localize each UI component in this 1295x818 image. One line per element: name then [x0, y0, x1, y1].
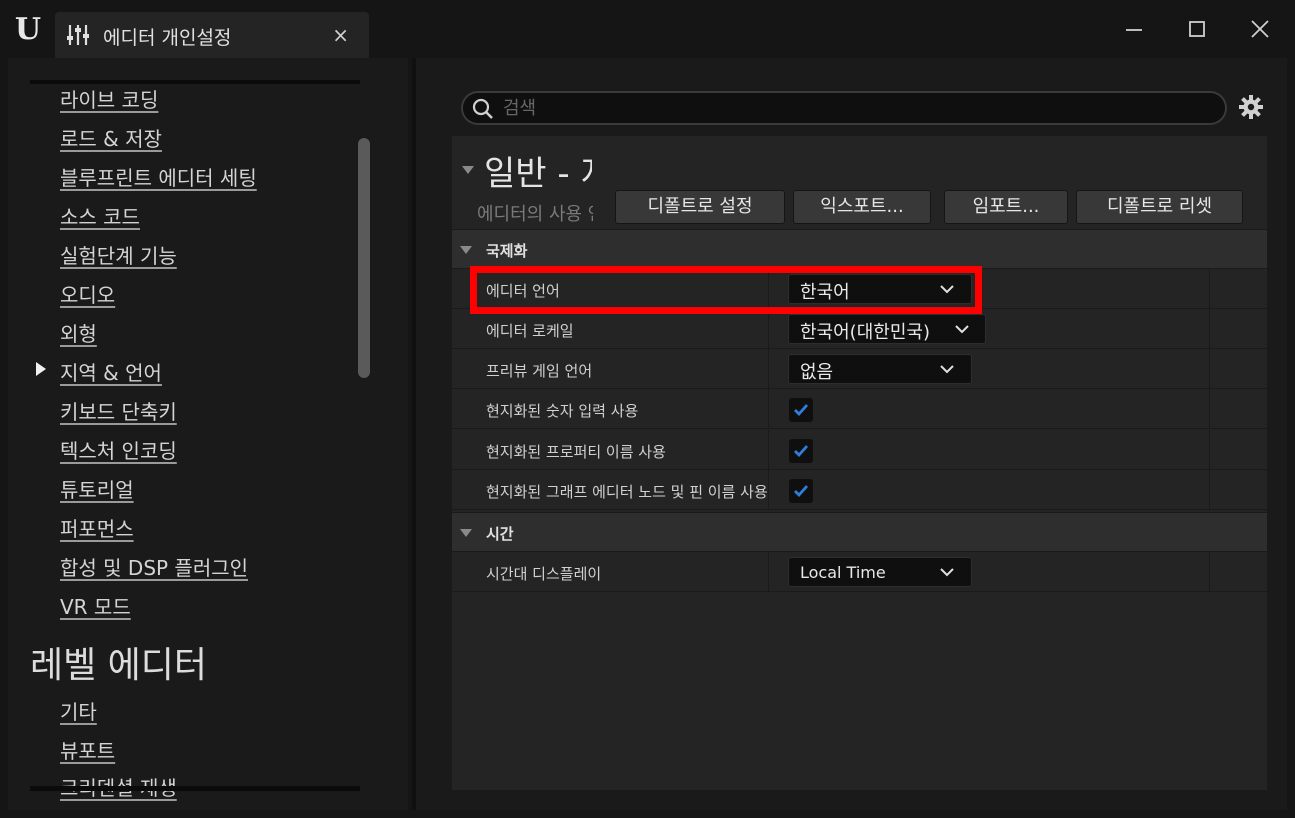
sidebar-item-blueprint-editor[interactable]: 블루프린트 에디터 세팅 — [60, 162, 257, 191]
sidebar-bottom-shadow — [30, 786, 360, 791]
tab-close-icon[interactable]: × — [332, 23, 349, 47]
tab-editor-preferences[interactable]: 에디터 개인설정 × — [55, 12, 369, 58]
column-separator — [1209, 309, 1210, 349]
dropdown-value: 한국어(대한민국) — [800, 322, 930, 343]
sidebar-section-title: 레벨 에디터 — [30, 645, 208, 686]
close-icon[interactable] — [1245, 14, 1275, 44]
sidebar-item-keyboard-shortcuts[interactable]: 키보드 단축키 — [60, 396, 177, 425]
sidebar-item-synthesis-dsp[interactable]: 합성 및 DSP 플러그인 — [60, 552, 248, 581]
section-header-internationalization[interactable]: 국제화 — [452, 229, 1267, 269]
sidebar-item-tutorials[interactable]: 튜토리얼 — [60, 474, 134, 503]
sidebar-item-live-coding[interactable]: 라이브 코딩 — [60, 84, 158, 113]
section-header-time[interactable]: 시간 — [452, 512, 1267, 552]
column-separator — [768, 389, 769, 429]
chevron-down-icon — [940, 365, 954, 374]
title-bar: U 에디터 개인설정 × — [0, 0, 1295, 58]
selected-arrow-icon — [36, 362, 46, 376]
gear-icon[interactable] — [1238, 94, 1264, 120]
localized-numeric-checkbox[interactable] — [789, 398, 813, 422]
row-label: 프리뷰 게임 언어 — [486, 362, 593, 380]
column-separator — [1209, 389, 1210, 429]
column-separator — [1209, 430, 1210, 470]
column-separator — [768, 349, 769, 389]
settings-content: 일반 - 지역 & 언어 에디터의 사용 언어 디폴트로 설정 익스포트... … — [452, 136, 1267, 790]
sidebar-item-misc[interactable]: 기타 — [60, 696, 97, 725]
row-label: 현지화된 숫자 입력 사용 — [486, 402, 639, 420]
row-localized-graph-names: 현지화된 그래프 에디터 노드 및 핀 이름 사용 — [452, 470, 1267, 510]
minimize-icon[interactable] — [1119, 14, 1149, 44]
row-label: 시간대 디스플레이 — [486, 565, 602, 583]
tab-title: 에디터 개인설정 — [103, 27, 232, 49]
sidebar-item-vr-mode[interactable]: VR 모드 — [60, 591, 131, 620]
maximize-icon[interactable] — [1182, 14, 1212, 44]
unreal-logo-icon: U — [14, 12, 42, 47]
sidebar-item-source-code[interactable]: 소스 코드 — [60, 201, 140, 230]
sidebar-scrollbar[interactable] — [358, 138, 370, 378]
editor-locale-dropdown[interactable]: 한국어(대한민국) — [788, 314, 986, 344]
column-separator — [768, 470, 769, 510]
column-separator — [768, 309, 769, 349]
set-as-default-button[interactable]: 디폴트로 설정 — [615, 190, 785, 224]
import-button[interactable]: 임포트... — [944, 190, 1068, 224]
details-panel: 일반 - 지역 & 언어 에디터의 사용 언어 디폴트로 설정 익스포트... … — [416, 58, 1287, 810]
preview-game-language-dropdown[interactable]: 없음 — [788, 354, 972, 384]
row-label: 에디터 로케일 — [486, 322, 574, 340]
section-label: 국제화 — [486, 242, 528, 260]
row-label: 현지화된 그래프 에디터 노드 및 핀 이름 사용 — [486, 483, 768, 501]
chevron-down-icon — [955, 325, 969, 334]
category-description: 에디터의 사용 언어 — [477, 204, 593, 225]
collapse-arrow-icon[interactable] — [462, 166, 474, 174]
collapse-arrow-icon — [460, 529, 472, 537]
column-separator — [1209, 552, 1210, 592]
dropdown-value: 없음 — [800, 362, 834, 383]
column-separator — [1209, 269, 1210, 309]
sidebar-item-viewport[interactable]: 뷰포트 — [60, 735, 115, 764]
category-title: 일반 - 지역 & 언어 — [484, 154, 592, 194]
sidebar-item-performance[interactable]: 퍼포먼스 — [60, 513, 134, 542]
row-localized-numeric-input: 현지화된 숫자 입력 사용 — [452, 389, 1267, 429]
row-timezone-display: 시간대 디스플레이 Local Time — [452, 552, 1267, 592]
column-separator — [768, 552, 769, 592]
sidebar-item-appearance[interactable]: 외형 — [60, 318, 97, 347]
search-box[interactable] — [461, 91, 1227, 125]
sidebar-item-load-save[interactable]: 로드 & 저장 — [60, 123, 162, 152]
row-localized-property-names: 현지화된 프로퍼티 이름 사용 — [452, 430, 1267, 470]
row-label: 현지화된 프로퍼티 이름 사용 — [486, 443, 666, 461]
reset-to-default-button[interactable]: 디폴트로 리셋 — [1076, 190, 1243, 224]
dropdown-value: Local Time — [800, 563, 886, 582]
chevron-down-icon — [940, 568, 954, 577]
sidebar-item-region-language[interactable]: 지역 & 언어 — [60, 357, 162, 386]
row-editor-locale: 에디터 로케일 한국어(대한민국) — [452, 309, 1267, 349]
search-input[interactable] — [503, 95, 1203, 121]
column-separator — [1209, 470, 1210, 510]
sidebar-item-audio[interactable]: 오디오 — [60, 279, 115, 308]
collapse-arrow-icon — [460, 246, 472, 254]
column-separator — [768, 430, 769, 470]
column-separator — [1209, 349, 1210, 389]
localized-property-checkbox[interactable] — [789, 439, 813, 463]
timezone-display-dropdown[interactable]: Local Time — [788, 557, 972, 587]
search-icon — [472, 98, 493, 119]
sidebar-item-texture-encoding[interactable]: 텍스처 인코딩 — [60, 435, 177, 464]
export-button[interactable]: 익스포트... — [793, 190, 931, 224]
highlight-box — [470, 266, 982, 314]
section-label: 시간 — [486, 525, 514, 543]
sidebar-item-experimental[interactable]: 실험단계 기능 — [60, 240, 177, 269]
sidebar: 라이브 코딩 로드 & 저장 블루프린트 에디터 세팅 소스 코드 실험단계 기… — [8, 58, 408, 810]
sliders-icon — [67, 25, 89, 45]
localized-graph-checkbox[interactable] — [789, 479, 813, 503]
row-preview-game-language: 프리뷰 게임 언어 없음 — [452, 349, 1267, 389]
